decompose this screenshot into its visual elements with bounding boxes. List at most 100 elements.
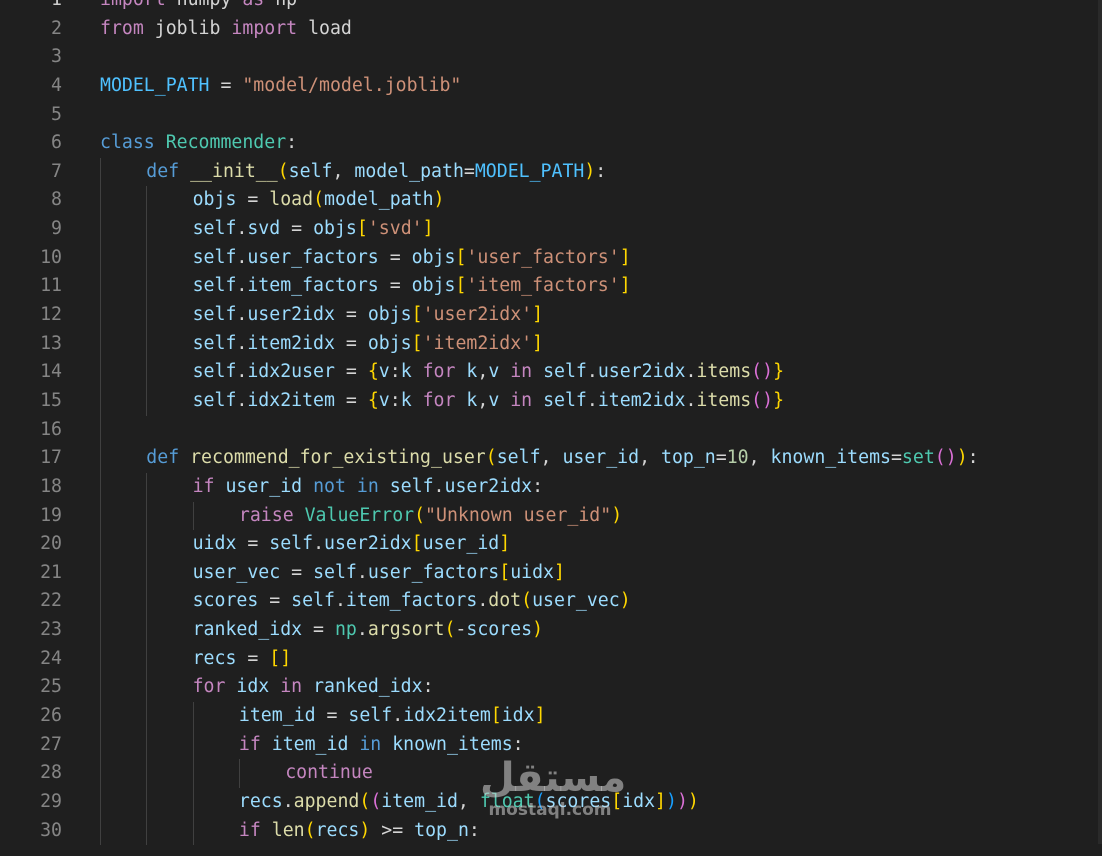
code-token: dot (488, 590, 522, 612)
code-line[interactable]: 22 scores = self.item_factors.dot(user_ve… (0, 587, 1102, 617)
code-line[interactable]: 6 class Recommender: (0, 129, 1102, 158)
code-token: ( (521, 590, 533, 612)
indent-guide (146, 530, 148, 559)
code-text: recs.append((item_id, float(scores[idx])… (239, 788, 699, 817)
code-token: if (238, 819, 261, 841)
code-line[interactable]: 2 from joblib import load (0, 15, 1102, 44)
indent-guide (100, 501, 101, 531)
indent-guide (100, 301, 101, 330)
code-token: ] (534, 705, 546, 727)
code-line[interactable]: 29 recs.append((item_id, float(scores[idx… (0, 787, 1102, 817)
indent-guide (100, 358, 101, 387)
code-token: . (356, 619, 368, 641)
code-line[interactable]: 24 recs = [] (0, 644, 1102, 674)
code-line[interactable]: 5 (0, 101, 1102, 130)
code-line[interactable]: 14 self.idx2user = {v:k for k,v in self.u… (0, 358, 1102, 387)
code-line[interactable]: 11 self.item_factors = objs['item_factors… (0, 272, 1102, 302)
code-token: continue (285, 762, 373, 784)
line-number: 20 (40, 533, 62, 555)
code-line[interactable]: 4 MODEL_PATH = "model/model.joblib" (0, 72, 1102, 101)
code-line[interactable]: 19 raise ValueError("Unknown user_id") (0, 501, 1102, 531)
line-number: 17 (40, 447, 62, 469)
code-token: , (477, 389, 489, 411)
code-line[interactable]: 27 if item_id in known_items: (0, 730, 1102, 760)
code-line[interactable]: 23 ranked_idx = np.argsort(-scores) (0, 616, 1102, 645)
code-line[interactable]: 26 item_id = self.idx2item[idx] (0, 702, 1102, 731)
code-token: self (192, 304, 237, 326)
code-token: objs (367, 332, 412, 354)
code-editor[interactable]: 1 import numpy as np 2 from joblib import l… (0, 0, 1102, 856)
code-token: : (286, 132, 298, 154)
line-number: 18 (40, 475, 62, 497)
code-line[interactable]: 9 self.svd = objs['svd'] (0, 215, 1102, 244)
line-number: 23 (40, 619, 62, 641)
code-token: : (967, 447, 979, 469)
code-token: = (334, 332, 368, 354)
code-line[interactable]: 12 self.user2idx = objs['user2idx'] (0, 301, 1102, 330)
code-token: not (313, 475, 346, 497)
indent-guide (100, 702, 101, 731)
code-text: for idx in ranked_idx: (193, 673, 434, 702)
code-line[interactable]: 21 user_vec = self.user_factors[uidx] (0, 558, 1102, 588)
code-token: k (466, 361, 478, 383)
indent-guide (146, 472, 148, 502)
code-token: model_path (354, 160, 464, 182)
code-token: user2idx (247, 304, 335, 326)
code-token: [ (455, 275, 467, 297)
code-line[interactable]: 8 objs = load(model_path) (0, 186, 1102, 216)
code-line[interactable]: 17 def recommend_for_existing_user(self, … (0, 444, 1102, 473)
code-line[interactable]: 15 self.idx2item = {v:k for k,v in self.i… (0, 386, 1102, 416)
code-token: v (378, 361, 390, 383)
code-token: ] (532, 304, 544, 326)
code-token: = (209, 74, 243, 96)
indent-guide (192, 501, 194, 531)
code-token: ] (554, 561, 565, 583)
code-token: } (773, 361, 785, 383)
code-token: np (334, 619, 357, 641)
code-token: self (496, 447, 541, 469)
code-token: __init__ (190, 160, 278, 182)
code-token: ValueError (304, 504, 415, 526)
code-token: item_id (238, 705, 316, 727)
code-token: ) (433, 189, 445, 211)
code-text: self.item_factors = objs['item_factors'] (193, 272, 631, 301)
code-token: def (146, 160, 180, 182)
code-token: [ (455, 246, 467, 268)
indent-guide (146, 272, 148, 302)
line-number: 9 (51, 218, 62, 240)
code-line[interactable]: 25 for idx in ranked_idx: (0, 673, 1102, 703)
code-token: MODEL_PATH (100, 74, 210, 96)
scrollbar[interactable] (1098, 0, 1102, 844)
code-line[interactable]: 30 if len(recs) >= top_n: (0, 816, 1102, 846)
code-token: recs (192, 647, 237, 669)
code-token: ( (534, 790, 546, 812)
code-line[interactable]: 13 self.item2idx = objs['item2idx'] (0, 329, 1102, 359)
code-line[interactable]: 3 (0, 43, 1102, 72)
code-line[interactable]: 18 if user_id not in self.user2idx: (0, 472, 1102, 502)
line-number: 21 (40, 561, 62, 583)
code-line[interactable]: 16 (0, 415, 1102, 445)
code-token: : (389, 361, 401, 383)
code-token: () (751, 361, 774, 383)
code-token: . (477, 590, 489, 612)
code-token: in (359, 733, 382, 755)
code-token: uidx (510, 561, 554, 583)
code-line[interactable]: 7 def __init__(self, model_path=MODEL_PAT… (0, 157, 1102, 187)
code-token: ) (619, 590, 631, 612)
code-token: = (378, 246, 412, 268)
code-token: = (715, 447, 727, 469)
code-text: def recommend_for_existing_user(self, us… (146, 444, 978, 473)
code-line[interactable]: 28 continue (0, 759, 1102, 788)
code-token: = (334, 361, 368, 383)
code-token: self (543, 361, 587, 383)
code-line[interactable]: 10 self.user_factors = objs['user_factors… (0, 243, 1102, 273)
code-line[interactable]: 1 import numpy as np (0, 0, 1102, 15)
code-line[interactable]: 20 uidx = self.user2idx[user_id] (0, 530, 1102, 559)
